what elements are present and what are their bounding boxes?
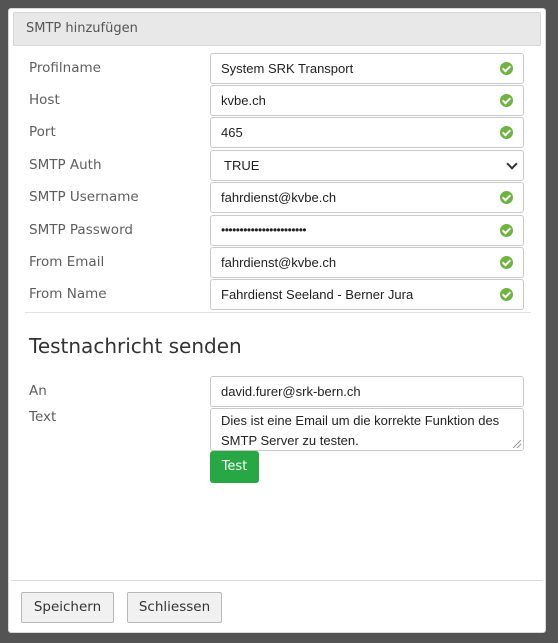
test-section-title: Testnachricht senden <box>29 334 242 358</box>
smtp-username-input[interactable]: fahrdienst@kvbe.ch <box>210 182 524 213</box>
valid-check-icon <box>500 191 513 204</box>
from-name-input[interactable]: Fahrdienst Seeland - Berner Jura <box>210 279 524 310</box>
smtp-dialog: SMTP hinzufügen Profilname System SRK Tr… <box>8 8 546 633</box>
from-email-input[interactable]: fahrdienst@kvbe.ch <box>210 247 524 278</box>
test-button[interactable]: Test <box>210 451 259 483</box>
smtp-password-input[interactable]: ••••••••••••••••••••••• <box>210 215 524 246</box>
host-value: kvbe.ch <box>221 93 266 108</box>
port-input[interactable]: 465 <box>210 117 524 148</box>
smtp-username-label: SMTP Username <box>29 189 139 205</box>
smtp-password-label: SMTP Password <box>29 222 133 238</box>
form-row-smtp-username: SMTP Username fahrdienst@kvbe.ch <box>29 182 525 214</box>
section-divider <box>25 312 531 313</box>
valid-check-icon <box>500 288 513 301</box>
form-row-text: Text Dies ist eine Email um die korrekte… <box>29 408 525 452</box>
from-email-value: fahrdienst@kvbe.ch <box>221 255 337 270</box>
smtp-auth-value: TRUE <box>224 158 260 173</box>
valid-check-icon <box>500 62 513 75</box>
dialog-title: SMTP hinzufügen <box>13 12 541 46</box>
smtp-username-value: fahrdienst@kvbe.ch <box>221 190 337 205</box>
form-row-smtp-password: SMTP Password ••••••••••••••••••••••• <box>29 215 525 247</box>
form-row-from-name: From Name Fahrdienst Seeland - Berner Ju… <box>29 279 525 311</box>
footer-divider <box>11 580 543 581</box>
smtp-auth-select[interactable]: TRUE <box>210 150 524 181</box>
save-button[interactable]: Speichern <box>21 592 114 623</box>
profilname-input[interactable]: System SRK Transport <box>210 53 524 84</box>
from-email-label: From Email <box>29 254 105 270</box>
form-row-host: Host kvbe.ch <box>29 85 525 117</box>
form-row-profilname: Profilname System SRK Transport <box>29 53 525 85</box>
resize-handle-icon[interactable] <box>513 440 521 448</box>
to-label: An <box>29 383 47 399</box>
form-row-port: Port 465 <box>29 117 525 149</box>
form-row-from-email: From Email fahrdienst@kvbe.ch <box>29 247 525 279</box>
form-row-smtp-auth: SMTP Auth TRUE <box>29 150 525 182</box>
valid-check-icon <box>500 256 513 269</box>
chevron-down-icon <box>506 158 518 170</box>
smtp-auth-label: SMTP Auth <box>29 157 102 173</box>
valid-check-icon <box>500 126 513 139</box>
valid-check-icon <box>500 94 513 107</box>
text-label: Text <box>29 409 57 425</box>
host-label: Host <box>29 92 60 108</box>
profilname-label: Profilname <box>29 60 101 76</box>
host-input[interactable]: kvbe.ch <box>210 85 524 116</box>
to-input[interactable]: david.furer@srk-bern.ch <box>210 376 524 407</box>
smtp-password-value: ••••••••••••••••••••••• <box>221 223 307 237</box>
text-value: Dies ist eine Email um die korrekte Funk… <box>221 413 500 448</box>
valid-check-icon <box>500 224 513 237</box>
profilname-value: System SRK Transport <box>221 61 354 76</box>
port-value: 465 <box>221 125 243 140</box>
from-name-value: Fahrdienst Seeland - Berner Jura <box>221 287 414 302</box>
text-textarea[interactable]: Dies ist eine Email um die korrekte Funk… <box>210 408 524 451</box>
close-button[interactable]: Schliessen <box>127 592 222 623</box>
to-value: david.furer@srk-bern.ch <box>221 384 361 399</box>
from-name-label: From Name <box>29 286 107 302</box>
port-label: Port <box>29 124 56 140</box>
form-row-to: An david.furer@srk-bern.ch <box>29 376 525 408</box>
